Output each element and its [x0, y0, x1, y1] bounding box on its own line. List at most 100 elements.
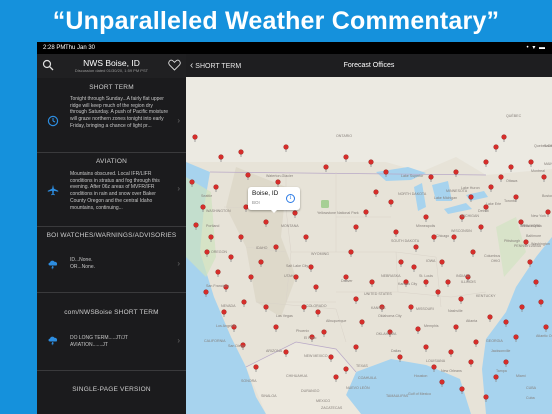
map-label: NEBRASKA	[381, 274, 401, 278]
map-label: ARIZONA	[266, 349, 283, 353]
map-label: TAMAULIPAS	[386, 394, 409, 398]
airplane-icon	[47, 184, 59, 196]
map-label: ZACATECAS	[321, 406, 343, 410]
chevron-right-icon[interactable]: ›	[177, 184, 180, 193]
map-label: KANSAS	[371, 306, 386, 310]
map-label: Lake Superior	[401, 174, 424, 178]
map-label: UNITED STATES	[364, 292, 392, 296]
map-label: Las Vegas	[276, 314, 293, 318]
section-title-extended[interactable]: com/NWSBoise SHORT TERM	[37, 309, 186, 316]
map-label: Minneapolis	[416, 224, 435, 228]
map-label: NUEVO LEÓN	[346, 385, 370, 390]
map-label: MONTANA	[281, 224, 299, 228]
map-label: Waterton-Glacier	[266, 174, 294, 178]
map-label: Seattle	[201, 194, 212, 198]
map-label: MAINE	[544, 162, 552, 166]
map-label: COLORADO	[306, 304, 327, 308]
map-label: IOWA	[426, 259, 436, 263]
map-label: Lake Michigan	[434, 196, 457, 200]
storm-cloud-icon	[48, 336, 58, 346]
map-label: El Paso	[304, 336, 316, 340]
map-label: Nashville	[448, 309, 463, 313]
map-label: Washington	[531, 242, 550, 246]
map-label: Miami	[516, 374, 526, 378]
map-label: Ottawa	[506, 179, 517, 183]
map-label: Chicago	[436, 234, 449, 238]
map-label: CUBA	[526, 386, 537, 390]
map-label: SOUTH DAKOTA	[391, 239, 420, 243]
map-label: Salt Lake City	[286, 264, 308, 268]
map-label: Yellowstone National Park	[317, 211, 359, 215]
map-label: Houston	[414, 374, 427, 378]
map-label: NORTH DAKOTA	[398, 192, 427, 196]
discussion-date: Discussion dated 01/30/20, 1:59 PM PST	[74, 68, 149, 73]
callout-tail	[270, 209, 278, 213]
map-label: Columbus	[484, 254, 500, 258]
watches-summary[interactable]: ID...None. OR...None.	[70, 257, 170, 270]
status-bar: 2:28 PM Thu Jan 30 • ▾ ▬	[37, 42, 552, 54]
map-label: INDIANA	[456, 274, 471, 278]
map-label: New Orleans	[441, 369, 462, 373]
map-label: Philadelphia	[522, 224, 542, 228]
chevron-right-icon[interactable]: ›	[177, 336, 180, 345]
map-label: NEW MEXICO	[304, 354, 328, 358]
info-icon[interactable]: i	[286, 194, 295, 203]
map-label: Toronto	[504, 199, 516, 203]
map-label: KENTUCKY	[476, 294, 496, 298]
map-label: Kansas City	[398, 282, 417, 286]
map-label: GEORGIA	[486, 339, 503, 343]
device-screen: 2:28 PM Thu Jan 30 • ▾ ▬ NWS Boise, ID D…	[37, 42, 552, 414]
map-label: Baltimore	[526, 234, 541, 238]
map-label: Jacksonville	[491, 349, 510, 353]
map-label: SINALOA	[261, 394, 277, 398]
map-label: CALIFORNIA	[204, 339, 226, 343]
boise-callout[interactable]: Boise, ID BOI i	[248, 187, 300, 213]
map-label: Albuquerque	[326, 319, 346, 323]
section-divider	[37, 370, 186, 371]
map-label: WYOMING	[311, 252, 329, 256]
map-label: San Francisco	[206, 284, 229, 288]
map-label: LOUISIANA	[426, 359, 446, 363]
map-label: Lake Erie	[486, 202, 501, 206]
map-label: ILLINOIS	[461, 280, 476, 284]
section-title-watches[interactable]: BOI WATCHES/WARNINGS/ADVISORIES	[37, 232, 186, 239]
chevron-right-icon[interactable]: ›	[177, 116, 180, 125]
map-label: Dallas	[391, 349, 401, 353]
map-label: COAHUILA	[358, 376, 377, 380]
heart-icon[interactable]	[168, 59, 181, 71]
section-title-short-term[interactable]: SHORT TERM	[37, 84, 186, 91]
map-label: WASHINGTON	[206, 209, 231, 213]
map-label: Portland	[206, 224, 219, 228]
map-label: OREGON	[211, 250, 227, 254]
map-label: Denver	[341, 279, 353, 283]
map-navbar: ‹ SHORT TERM Forecast Offices	[186, 54, 552, 77]
map-label: Montreal	[531, 169, 545, 173]
map-label: MEXICO	[316, 399, 330, 403]
map-label: Detroit	[478, 209, 489, 213]
status-time: 2:28 PM	[43, 45, 66, 51]
map-label: MICHIGAN	[461, 214, 479, 218]
promo-headline: “Unparalleled Weather Commentary”	[52, 7, 500, 35]
map-label: SONORA	[241, 379, 257, 383]
map-label: St. Louis	[419, 274, 433, 278]
aviation-summary[interactable]: Mountains obscured. Local IFR/LIFR condi…	[70, 171, 170, 211]
sidebar-header: NWS Boise, ID Discussion dated 01/30/20,…	[37, 54, 186, 78]
map-label: QUÉBEC	[506, 113, 522, 118]
short-term-summary[interactable]: Tonight through Sunday...A fairly flat u…	[70, 96, 170, 130]
map-label: Atlantic Ocean	[536, 334, 552, 338]
map-label: Pittsburgh	[504, 239, 520, 243]
section-title-aviation[interactable]: AVIATION	[37, 158, 186, 165]
chevron-right-icon[interactable]: ›	[177, 259, 180, 268]
map-label: OHIO	[491, 259, 500, 263]
extended-summary[interactable]: DO LONG TERM.....JT/JT AVIATION.......JT	[70, 335, 170, 348]
callout-office-name: Boise, ID	[252, 190, 279, 197]
forecast-office-map[interactable]: Waterton-GlacierNORTH DAKOTAMINNESOTAWAS…	[186, 77, 552, 414]
discussion-sidebar: NWS Boise, ID Discussion dated 01/30/20,…	[37, 54, 186, 414]
single-page-button[interactable]: SINGLE-PAGE VERSION	[37, 386, 186, 393]
map-label: OKLAHOMA	[376, 332, 397, 336]
section-divider	[37, 292, 186, 293]
map-label: Atlanta	[466, 319, 477, 323]
map-label: MISSOURI	[416, 307, 434, 311]
storm-cloud-icon	[48, 260, 58, 270]
map-label: Phoenix	[296, 329, 309, 333]
